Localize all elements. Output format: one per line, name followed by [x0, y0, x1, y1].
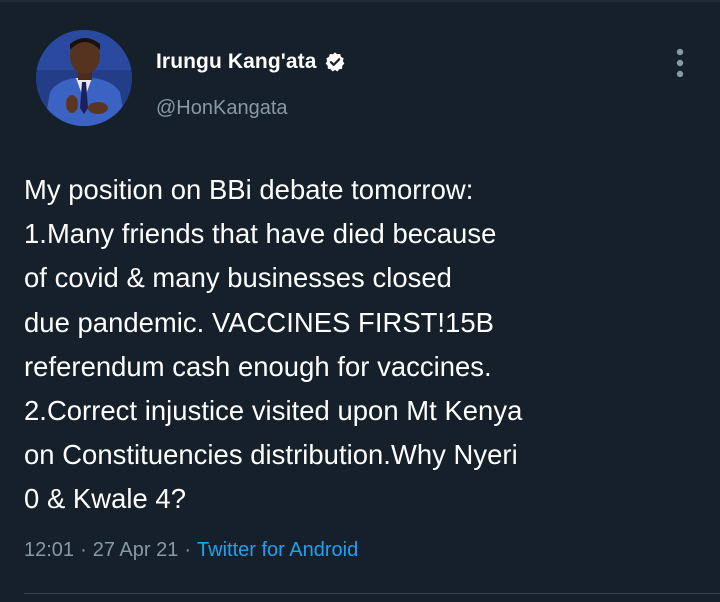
- more-vertical-icon[interactable]: [668, 46, 692, 80]
- tweet-source-link[interactable]: Twitter for Android: [197, 539, 358, 562]
- bottom-divider: [24, 593, 720, 594]
- display-name[interactable]: Irungu Kang'ata: [156, 50, 317, 74]
- avatar[interactable]: [36, 30, 132, 126]
- author-handle[interactable]: @HonKangata: [156, 97, 288, 120]
- tweet-card: Irungu Kang'ata @HonKangata My position …: [0, 0, 720, 602]
- tweet-metadata: 12:01 · 27 Apr 21 · Twitter for Android: [24, 539, 358, 562]
- tweet-text: My position on BBi debate tomorrow: 1.Ma…: [24, 174, 523, 515]
- profile-photo-icon: [36, 30, 132, 126]
- tweet-date: 27 Apr 21: [92, 539, 179, 561]
- meta-separator: ·: [80, 539, 87, 561]
- author-name-row: Irungu Kang'ata: [156, 50, 346, 74]
- verified-badge-icon: [325, 52, 344, 72]
- meta-separator: ·: [184, 539, 192, 561]
- tweet-time: 12:01: [24, 539, 75, 561]
